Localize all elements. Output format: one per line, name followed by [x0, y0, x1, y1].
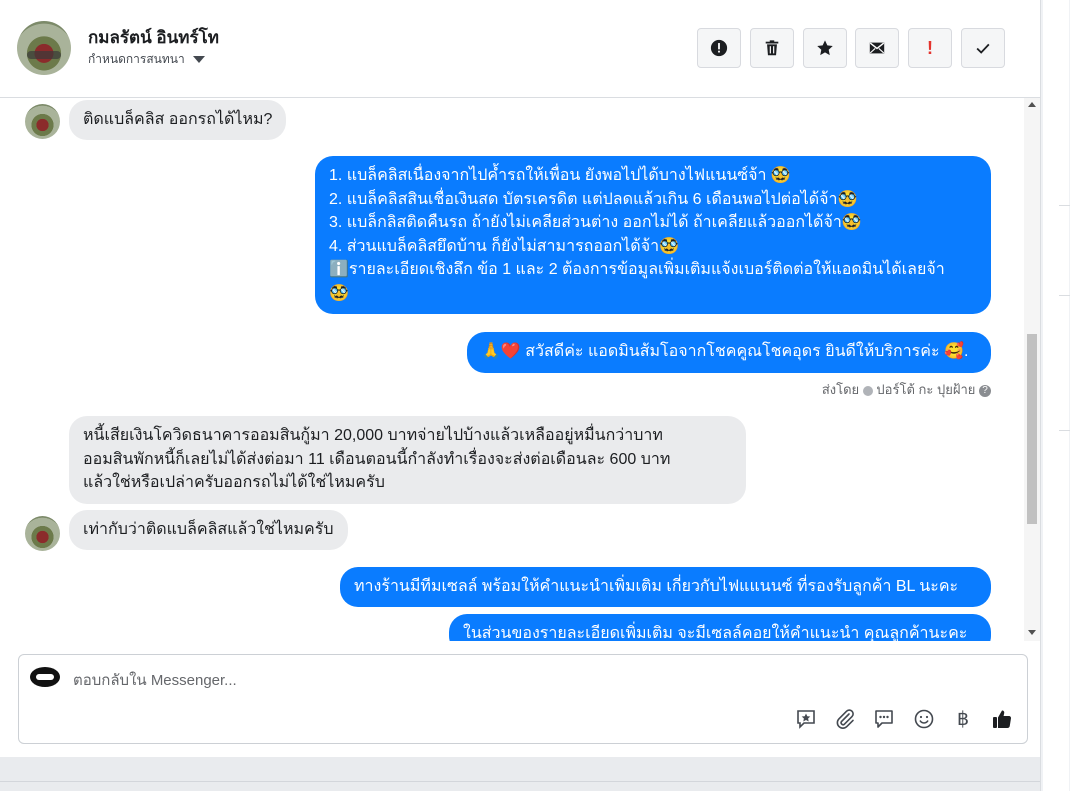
reply-composer: ฿	[18, 654, 1028, 744]
sent-by-name: ปอร์โต้ กะ ปุยฝ้าย	[876, 382, 976, 397]
caret-down-icon	[192, 56, 205, 64]
mail-button[interactable]	[855, 28, 899, 68]
sent-by-prefix: ส่งโดย	[821, 382, 860, 397]
saved-reply-icon	[797, 710, 815, 729]
message-line: 🥸	[329, 284, 349, 302]
message-line: ℹ️รายละเอียดเชิงลึก ข้อ 1 และ 2 ต้องการข…	[329, 261, 945, 278]
report-spam-button[interactable]	[697, 28, 741, 68]
emoji-button[interactable]	[912, 707, 936, 731]
attach-button[interactable]	[833, 707, 857, 731]
message-line: แล้วใช่หรือเปล่าครับออกรถไม่ได้ใช่ไหมครั…	[83, 474, 385, 491]
mark-important-button[interactable]: !	[908, 28, 952, 68]
message-line: 1. แบล็คลิสเนื่องจากไปค้ำรถให้เพื่อน ยัง…	[329, 167, 791, 184]
bottom-bar	[0, 757, 1040, 791]
mark-important-icon: !	[927, 37, 933, 58]
help-icon[interactable]: ?	[979, 384, 991, 397]
side-panel-surface	[1043, 0, 1069, 791]
message-outgoing[interactable]: ทางร้านมีทีมเซลล์ พร้อมให้คำแนะนำเพิ่มเต…	[340, 567, 991, 607]
divider	[1059, 295, 1070, 296]
emoji-icon	[914, 709, 934, 729]
sender-avatar	[25, 104, 60, 139]
attach-icon	[836, 709, 854, 729]
saved-reply-button[interactable]	[794, 707, 818, 731]
message-line: ออมสินพักหนี้ก็เลยไม่ได้ส่งต่อมา 11 เดือ…	[83, 450, 671, 468]
chat-icon	[875, 710, 893, 728]
conversation-header: กมลรัตน์ อินทร์โท กำหนดการสนทนา !	[0, 0, 1040, 98]
message-line: 2. แบล็คลิสสินเชื่อเงินสด บัตรเครดิต แต่…	[329, 190, 858, 208]
message-line: 4. ส่วนแบล็คลิสยึดบ้าน ก็ยังไม่สามารถออก…	[329, 237, 679, 255]
scrollbar-thumb[interactable]	[1027, 334, 1037, 524]
delete-button[interactable]	[750, 28, 794, 68]
divider	[1059, 205, 1070, 206]
mark-done-button[interactable]	[961, 28, 1005, 68]
report-spam-icon	[710, 39, 728, 57]
assign-label: กำหนดการสนทนา	[88, 52, 185, 66]
right-side-panel	[1040, 0, 1070, 791]
message-thread[interactable]: ติดแบล็คลิส ออกรถได้ไหม? 1. แบล็คลิสเนื่…	[0, 98, 1040, 641]
message-line: 3. แบล็กลิสติดคืนรถ ถ้ายังไม่เคลียส่วนต่…	[329, 214, 862, 231]
like-icon	[993, 710, 1012, 729]
scroll-down-icon[interactable]	[1028, 630, 1036, 635]
star-button[interactable]	[803, 28, 847, 68]
chat-button[interactable]	[872, 707, 896, 731]
page-logo	[30, 667, 60, 687]
reply-input[interactable]	[71, 668, 675, 692]
divider	[1059, 430, 1070, 431]
sender-avatar	[25, 516, 60, 551]
thread-scrollbar[interactable]	[1024, 98, 1040, 641]
scroll-up-icon[interactable]	[1028, 102, 1036, 107]
delete-icon	[765, 40, 779, 56]
mail-icon	[869, 42, 885, 54]
divider	[0, 781, 1040, 782]
message-outgoing[interactable]: ในส่วนของรายละเอียดเพิ่มเติม จะมีเซลล์คอ…	[449, 614, 991, 641]
message-incoming[interactable]: หนี้เสียเงินโควิดธนาคารออมสินกู้มา 20,00…	[69, 416, 746, 504]
mark-done-icon	[976, 43, 990, 54]
sent-by-label: ส่งโดย ปอร์โต้ กะ ปุยฝ้าย ?	[640, 379, 991, 400]
like-button[interactable]	[990, 707, 1014, 731]
conversation-panel: กมลรัตน์ อินทร์โท กำหนดการสนทนา ! ติดแบล…	[0, 0, 1040, 757]
page-icon	[862, 385, 873, 396]
assign-conversation-dropdown[interactable]: กำหนดการสนทนา	[88, 50, 205, 69]
message-incoming[interactable]: เท่ากับว่าติดแบล็คลิสแล้วใช่ไหมครับ	[69, 510, 348, 550]
currency-baht-icon[interactable]: ฿	[951, 707, 975, 731]
contact-avatar[interactable]	[17, 21, 71, 75]
message-outgoing[interactable]: 1. แบล็คลิสเนื่องจากไปค้ำรถให้เพื่อน ยัง…	[315, 156, 991, 314]
message-outgoing[interactable]: 🙏❤️ สวัสดีค่ะ แอดมินส้มโอจากโชคคูณโชคอุด…	[467, 332, 991, 373]
star-icon	[817, 40, 833, 56]
message-incoming[interactable]: ติดแบล็คลิส ออกรถได้ไหม?	[69, 100, 287, 140]
contact-name[interactable]: กมลรัตน์ อินทร์โท	[88, 24, 219, 51]
message-line: หนี้เสียเงินโควิดธนาคารออมสินกู้มา 20,00…	[83, 427, 663, 444]
